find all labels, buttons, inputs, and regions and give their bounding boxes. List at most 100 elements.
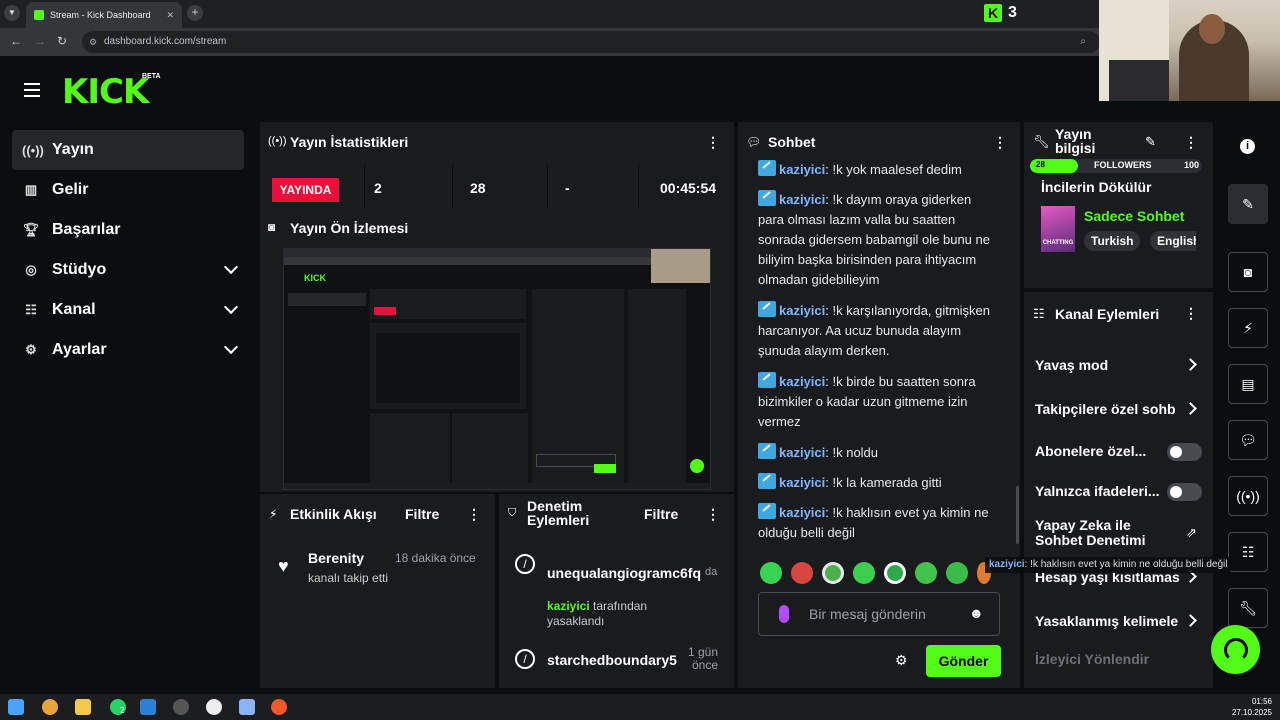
- action-emotes-only[interactable]: Yalnızca ifadeleri...: [1035, 483, 1160, 499]
- chat-message[interactable]: kaziyici: !k karşılanıyorda, gitmişken h…: [758, 301, 998, 361]
- channel-actions-menu-icon[interactable]: ⋮: [1184, 305, 1198, 322]
- chat-settings-gear-icon[interactable]: ⚙: [895, 652, 908, 669]
- action-raid[interactable]: İzleyici Yönlendir: [1035, 651, 1149, 667]
- preview-toggle-icon[interactable]: ◙: [1228, 252, 1268, 292]
- chat-message[interactable]: kaziyici: !k dayım oraya giderken para o…: [758, 190, 998, 290]
- media-player-icon[interactable]: [206, 699, 222, 715]
- tag-turkish[interactable]: Turkish: [1084, 231, 1141, 251]
- sidebar-item-label: Yayın: [52, 141, 94, 158]
- chat-input[interactable]: Bir mesaj gönderin ☻: [758, 592, 1000, 636]
- action-subscribers-only[interactable]: Abonelere özel...: [1035, 443, 1146, 459]
- emote-icon[interactable]: [884, 562, 906, 584]
- moderator-badge-icon: [758, 443, 776, 459]
- channel-actions-title: Kanal Eylemleri: [1055, 306, 1160, 322]
- emoji-picker-icon[interactable]: ☻: [969, 605, 984, 621]
- system-clock[interactable]: 01:56 27.10.2025: [1232, 696, 1272, 718]
- emote-icon[interactable]: [915, 562, 937, 584]
- moderation-filter-button[interactable]: Filtre: [644, 506, 678, 522]
- chat-toggle-icon[interactable]: 💬︎: [1228, 420, 1268, 460]
- info-icon[interactable]: i: [1240, 139, 1255, 154]
- kick-logo[interactable]: KICK: [62, 72, 149, 112]
- moderation-user[interactable]: unequalangiogramc6fq: [547, 565, 705, 581]
- windows-start-icon[interactable]: [8, 699, 24, 715]
- moderator-badge-icon: [758, 160, 776, 176]
- action-slow-mode[interactable]: Yavaş mod: [1035, 357, 1108, 373]
- action-banned-words[interactable]: Yasaklanmış kelimele: [1035, 613, 1183, 629]
- forward-icon[interactable]: →: [34, 34, 46, 48]
- category-thumbnail[interactable]: CHATTING: [1041, 206, 1075, 252]
- chat-message[interactable]: kaziyici: !k birde bu saatten sonra bizi…: [758, 372, 998, 432]
- action-followers-only[interactable]: Takipçilere özel sohb: [1035, 401, 1183, 417]
- sidebar-item-basarilar[interactable]: 🏆︎ Başarılar: [12, 210, 244, 250]
- emotes-only-toggle[interactable]: [1167, 483, 1202, 501]
- kick-extension-badge[interactable]: K 3: [984, 4, 1017, 22]
- activity-toggle-icon[interactable]: ⚡︎: [1228, 308, 1268, 348]
- vscode-icon[interactable]: [140, 699, 156, 715]
- tab-search-icon[interactable]: ▼: [4, 5, 20, 21]
- emote-icon[interactable]: [791, 562, 813, 584]
- app-icon[interactable]: [239, 699, 255, 715]
- sidebar-item-gelir[interactable]: ▥ Gelir: [12, 170, 244, 210]
- url-text: dashboard.kick.com/stream: [104, 36, 227, 47]
- stream-info-menu-icon[interactable]: ⋮: [1184, 134, 1198, 151]
- lightning-icon: ⚡︎: [269, 507, 278, 521]
- tools-toggle-icon[interactable]: 🔧︎: [1228, 588, 1268, 628]
- notes-toggle-icon[interactable]: ▤: [1228, 364, 1268, 404]
- back-icon[interactable]: ←: [10, 34, 22, 48]
- studio-icon: ◎: [25, 262, 37, 277]
- new-tab-button[interactable]: +: [187, 5, 203, 21]
- sidebar-item-ayarlar[interactable]: ⚙ Ayarlar: [12, 330, 244, 370]
- moderation-user[interactable]: starchedboundary5: [547, 652, 677, 668]
- chat-scrollbar[interactable]: [1016, 486, 1019, 544]
- sidebar-item-yayin[interactable]: ((•)) Yayın: [12, 130, 244, 170]
- site-info-icon[interactable]: ⚙: [89, 31, 97, 53]
- tag-english[interactable]: English: [1150, 231, 1196, 251]
- stats-title: Yayın İstatistikleri: [290, 134, 409, 150]
- subscribers-only-toggle[interactable]: [1167, 443, 1202, 461]
- obs-icon[interactable]: [173, 699, 189, 715]
- hamburger-menu-icon[interactable]: [24, 83, 40, 101]
- send-button[interactable]: Gönder: [926, 645, 1001, 677]
- category-name[interactable]: Sadece Sohbet: [1084, 208, 1184, 224]
- moderation-menu-icon[interactable]: ⋮: [706, 506, 720, 523]
- ban-icon: /: [515, 649, 535, 669]
- chat-message[interactable]: kaziyici: !k noldu: [758, 443, 998, 463]
- broadcast-toggle-icon[interactable]: ((•)): [1228, 476, 1268, 516]
- close-tab-icon[interactable]: ✕: [166, 10, 174, 21]
- edit-pencil-icon[interactable]: ✎: [1145, 134, 1156, 150]
- stream-preview-video[interactable]: KICK: [283, 248, 711, 490]
- emote-icon[interactable]: [760, 562, 782, 584]
- chat-menu-icon[interactable]: ⋮: [993, 134, 1007, 151]
- chat-message[interactable]: kaziyici: !k haklısın evet ya kimin ne o…: [758, 503, 998, 543]
- activity-menu-icon[interactable]: ⋮: [467, 506, 481, 523]
- emote-icon[interactable]: [822, 562, 844, 584]
- support-headset-button[interactable]: [1211, 625, 1260, 674]
- emote-icon[interactable]: [946, 562, 968, 584]
- edit-layout-icon[interactable]: ✎: [1228, 184, 1268, 224]
- chat-message[interactable]: kaziyici: !k yok maalesef dedim: [758, 160, 998, 180]
- activity-filter-button[interactable]: Filtre: [405, 506, 439, 522]
- zoom-icon[interactable]: ⌕: [1080, 31, 1086, 53]
- browser-tab[interactable]: Stream - Kick Dashboard ✕: [26, 2, 182, 28]
- file-explorer-icon[interactable]: [75, 699, 91, 715]
- chat-placeholder: Bir mesaj gönderin: [809, 606, 926, 622]
- activity-panel: [260, 494, 495, 688]
- channel-toggle-icon[interactable]: ☷: [1228, 532, 1268, 572]
- stats-menu-icon[interactable]: ⋮: [706, 134, 720, 151]
- reload-icon[interactable]: ↻: [57, 34, 67, 48]
- app-icon[interactable]: [271, 699, 287, 715]
- chat-message[interactable]: kaziyici: !k la kamerada gitti: [758, 473, 998, 493]
- live-icon: ((•)): [22, 142, 44, 158]
- chevron-down-icon: [223, 259, 239, 275]
- chrome-icon[interactable]: [42, 699, 58, 715]
- sidebar-item-kanal[interactable]: ☷ Kanal: [12, 290, 244, 330]
- microphone-icon[interactable]: [779, 605, 789, 623]
- sidebar-item-studyo[interactable]: ◎ Stüdyo: [12, 250, 244, 290]
- emote-icon[interactable]: [853, 562, 875, 584]
- action-ai-moderation[interactable]: Yapay Zeka ile Sohbet Denetimi: [1035, 518, 1165, 548]
- activity-user[interactable]: Berenity: [308, 550, 364, 566]
- chat-title: Sohbet: [768, 134, 816, 150]
- emote-bar: [760, 562, 991, 584]
- external-link-icon[interactable]: ⇗: [1186, 525, 1197, 541]
- url-field[interactable]: ⚙ dashboard.kick.com/stream ⌕: [82, 31, 1100, 53]
